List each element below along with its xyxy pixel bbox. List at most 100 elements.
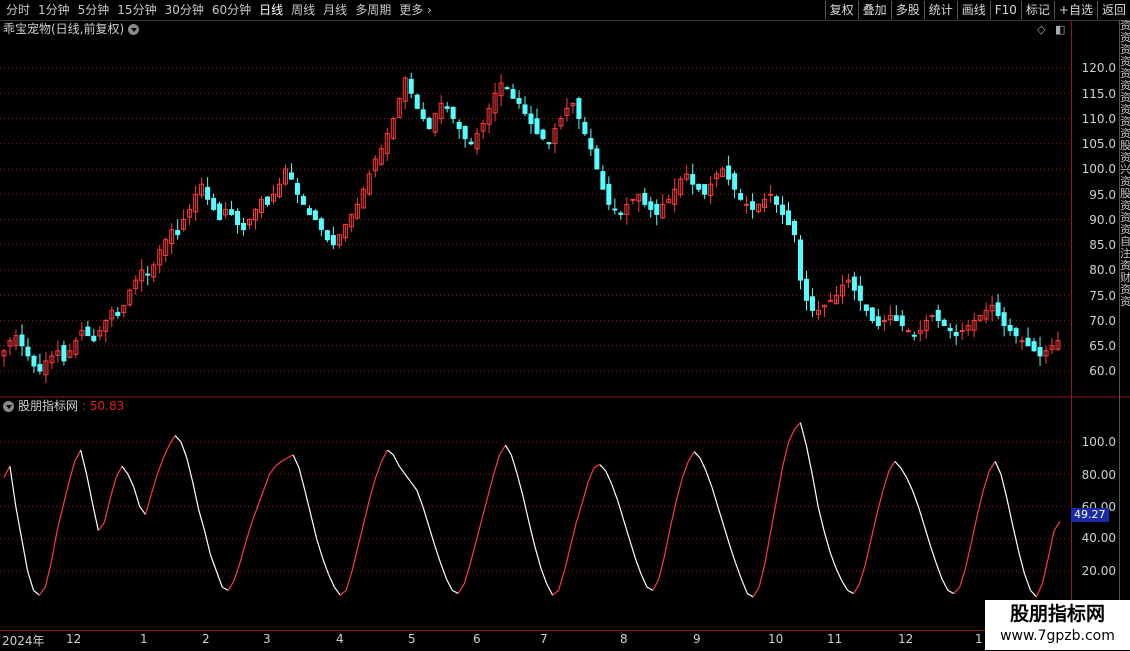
candle-body	[893, 315, 899, 321]
candle-body	[300, 195, 306, 205]
indicator-segment	[882, 470, 890, 491]
indicator-segment	[233, 562, 241, 581]
watermark-badge: 股朋指标网 www.7gpzb.com	[985, 600, 1130, 650]
candle-body	[265, 196, 270, 205]
indicator-segment	[599, 464, 607, 472]
candle-body	[851, 276, 857, 291]
indicator-segment	[770, 498, 778, 531]
indicator-segment	[263, 474, 271, 491]
price-axis-label: 75.0	[1089, 289, 1116, 303]
indicator-segment	[203, 530, 212, 556]
diamond-icon[interactable]: ◇	[1037, 23, 1045, 36]
indicator-segment	[917, 506, 925, 527]
candle-body	[456, 121, 462, 130]
indicator-segment	[97, 522, 105, 532]
dropdown-circle-icon[interactable]	[3, 400, 14, 412]
candle-body	[318, 218, 324, 231]
time-label: 6	[473, 632, 481, 646]
candle-body	[294, 182, 300, 195]
candle-body	[31, 355, 37, 367]
candle-body	[905, 330, 911, 333]
indicator-segment	[38, 586, 46, 596]
indicator-segment	[504, 444, 512, 456]
kline-chart[interactable]	[0, 0, 1130, 650]
candle-body	[1007, 325, 1013, 332]
candle-body	[25, 346, 31, 357]
indicator-segment	[794, 422, 801, 430]
indicator-segment	[221, 586, 229, 591]
price-axis-label: 70.0	[1089, 314, 1116, 328]
indicator-segment	[546, 583, 554, 596]
time-label: 9	[693, 632, 701, 646]
indicator-segment	[1018, 551, 1026, 575]
indicator-axis-label: 40.00	[1081, 531, 1116, 545]
panel-toggle-icon[interactable]: ◧	[1055, 23, 1065, 36]
indicator-segment	[1030, 589, 1037, 598]
indicator-segment	[121, 465, 129, 475]
indicator-segment	[310, 514, 318, 539]
candle-body	[546, 142, 552, 145]
candle-body	[306, 208, 312, 215]
price-axis-label: 65.0	[1089, 339, 1116, 353]
indicator-segment	[799, 422, 807, 446]
indicator-segment	[127, 474, 135, 488]
candle-body	[37, 364, 43, 372]
price-axis-label: 90.0	[1089, 213, 1116, 227]
indicator-segment	[357, 522, 365, 547]
indicator-segment	[398, 465, 406, 475]
candle-body	[175, 229, 181, 236]
indicator-segment	[333, 586, 341, 596]
indicator-segment	[941, 578, 949, 591]
indicator-segment	[457, 583, 465, 594]
stock-title: 乖宝宠物(日线,前复权)	[3, 22, 125, 36]
candle-body	[792, 220, 797, 236]
indicator-segment	[699, 457, 707, 472]
indicator-segment	[1006, 498, 1014, 526]
indicator-segment	[622, 519, 630, 539]
indicator-segment	[103, 498, 111, 523]
candle-body	[594, 148, 600, 170]
indicator-segment	[994, 461, 1002, 475]
indicator-segment	[434, 545, 442, 564]
indicator-segment	[62, 482, 70, 507]
indicator-segment	[286, 454, 294, 459]
indicator-segment	[805, 445, 813, 475]
indicator-axis-label: 80.00	[1081, 468, 1116, 482]
indicator-segment	[516, 474, 524, 497]
indicator-segment	[652, 578, 660, 591]
indicator-segment	[322, 557, 330, 575]
candle-body	[504, 87, 510, 90]
indicator-axis-label: 20.00	[1081, 564, 1116, 578]
indicator-segment	[510, 454, 518, 475]
candle-body	[941, 319, 947, 327]
price-axis-label: 60.0	[1089, 364, 1116, 378]
indicator-segment	[375, 461, 383, 478]
watermark-url: www.7gpzb.com	[1000, 628, 1115, 644]
candle-body	[205, 186, 211, 200]
candle-body	[528, 113, 534, 125]
candle-body	[875, 316, 881, 327]
price-panel-title: 乖宝宠物(日线,前复权)	[3, 21, 140, 37]
price-axis-label: 105.0	[1081, 137, 1116, 151]
indicator-segment	[835, 567, 843, 581]
candle-body	[330, 235, 336, 246]
candle-body	[911, 334, 917, 337]
indicator-segment	[416, 490, 424, 507]
indicator-segment	[345, 570, 353, 591]
time-label: 1	[140, 632, 148, 646]
indicator-segment	[168, 435, 176, 446]
candle-body	[618, 212, 624, 215]
indicator-segment	[1053, 520, 1061, 532]
indicator-segment	[923, 525, 931, 546]
dropdown-circle-icon[interactable]	[128, 23, 140, 35]
time-label: 2024年	[2, 634, 45, 648]
candle-body	[420, 109, 426, 119]
indicator-segment	[970, 514, 978, 543]
candle-body	[19, 334, 25, 347]
indicator-segment	[115, 465, 123, 478]
indicator-segment	[847, 589, 854, 595]
candle-body	[85, 326, 91, 337]
indicator-segment	[50, 530, 58, 564]
indicator-segment	[428, 525, 436, 546]
indicator-segment	[369, 477, 377, 499]
